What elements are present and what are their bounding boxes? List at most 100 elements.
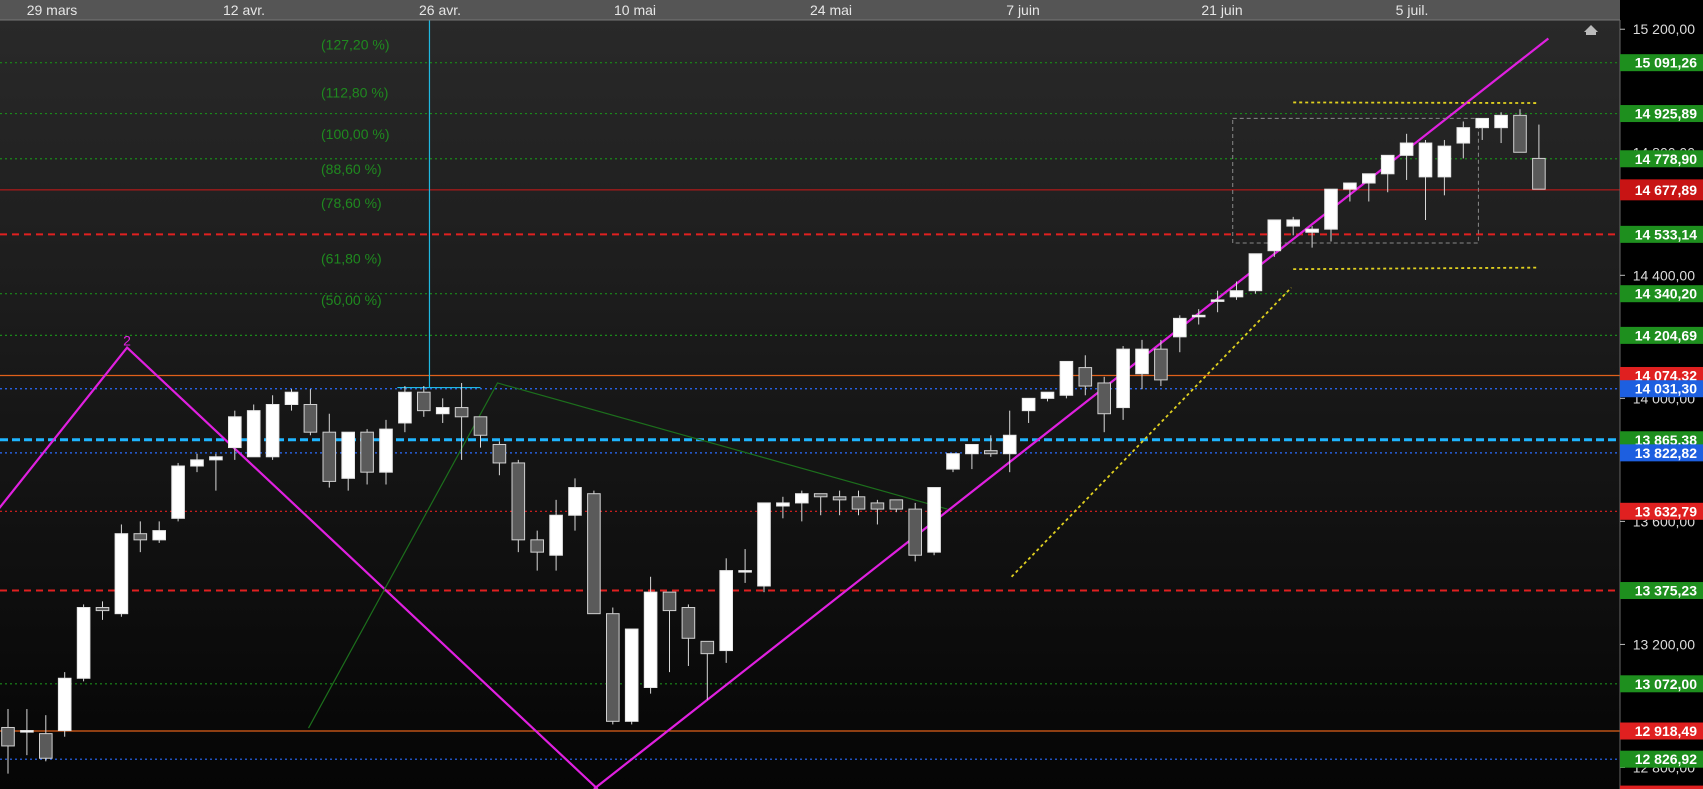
candle-body (1399, 142, 1414, 156)
candle-body (1135, 348, 1149, 375)
price-level-tag: 14 533,14 (1635, 226, 1697, 242)
candle-body (719, 570, 734, 652)
price-level-tag: 12 918,49 (1635, 723, 1697, 739)
candle-body (984, 450, 998, 455)
candle-body (265, 404, 280, 458)
candle-body (398, 391, 412, 424)
candlestick-chart[interactable]: (127,20 %) (112,80 %) (100,00 %) (88,60 %) (… (0, 0, 1703, 789)
x-tick-label: 12 avr. (223, 2, 265, 18)
candle-body (1116, 348, 1130, 409)
candle-body (57, 677, 72, 732)
candle-body (322, 431, 337, 482)
candle-body (1362, 173, 1376, 184)
candle-body (870, 502, 885, 510)
candle-body (700, 640, 715, 655)
candle-body (1021, 397, 1036, 412)
candle-body (246, 410, 261, 458)
candle-body (341, 431, 355, 479)
candle-body (681, 607, 696, 639)
price-level-tag: 14 925,89 (1635, 106, 1697, 122)
candle-body (606, 613, 620, 722)
candle-body (624, 628, 639, 722)
candle-body (832, 496, 847, 501)
candle-body (1324, 188, 1338, 230)
candle-body (1267, 219, 1282, 252)
candle-body (757, 502, 771, 587)
candle-body (1191, 314, 1206, 318)
candle-body (587, 493, 601, 615)
candle-body (1380, 154, 1395, 175)
candle-body (1305, 228, 1319, 233)
candle-body (908, 508, 923, 556)
candle-body (171, 465, 185, 519)
candle-body (114, 533, 129, 615)
candle-body (1248, 253, 1263, 292)
candle-body (1002, 434, 1017, 455)
candle-body (20, 730, 34, 733)
candle-body (530, 539, 545, 553)
fib-level-label: (78,60 %) (321, 195, 382, 211)
candle-body (1154, 348, 1168, 381)
fib-level-label: (61,80 %) (321, 250, 382, 266)
candle-body (303, 404, 318, 433)
candle-body (435, 407, 450, 415)
candle-body (795, 493, 809, 504)
candle-body (1286, 219, 1301, 227)
candle-body (39, 733, 53, 759)
candle-body (1418, 142, 1433, 178)
candle-body (133, 533, 148, 541)
candle-body (379, 428, 393, 473)
candle-body (1343, 182, 1357, 190)
candle-body (1229, 290, 1244, 298)
candle-body (851, 496, 866, 510)
fib-level-label: (100,00 %) (321, 126, 389, 142)
x-tick-label: 24 mai (810, 2, 852, 18)
candle-body (511, 462, 526, 541)
y-tick-label: 14 400,00 (1633, 267, 1695, 283)
wave-label: 2 (123, 333, 131, 349)
candle-body (76, 607, 91, 679)
y-tick-label: 13 200,00 (1633, 636, 1695, 652)
candle-body (1173, 317, 1187, 338)
fib-level-label: (112,80 %) (321, 84, 388, 100)
candle-body (473, 416, 488, 436)
x-tick-label: 29 mars (27, 2, 78, 18)
candle-body (1078, 367, 1093, 387)
price-level-tag: 12 826,92 (1635, 751, 1697, 767)
chart-root: (127,20 %) (112,80 %) (100,00 %) (88,60 %) (… (0, 0, 1703, 789)
candle-body (946, 453, 960, 470)
price-level-tag: 15 091,26 (1635, 55, 1697, 71)
candle-body (1456, 127, 1471, 144)
candle-body (417, 391, 431, 412)
price-level-tag: 13 822,82 (1635, 445, 1697, 461)
candle-body (209, 456, 223, 461)
plot-background (0, 0, 1620, 789)
candle-body (492, 443, 507, 464)
price-level-tag: 13 632,79 (1635, 503, 1697, 519)
candle-body (889, 499, 904, 510)
candle-body (776, 502, 790, 507)
candle-body (1532, 157, 1546, 190)
candle-body (1059, 360, 1074, 396)
candle-body (813, 493, 828, 498)
x-tick-label: 21 juin (1201, 2, 1242, 18)
fib-level-label: (127,20 %) (321, 37, 389, 53)
y-tick-label: 15 200,00 (1633, 21, 1695, 37)
candle-body (549, 514, 563, 556)
fib-level-label: (50,00 %) (321, 292, 382, 308)
price-level-tag: 14 204,69 (1635, 327, 1697, 343)
candle-body (1040, 391, 1055, 399)
current-price-tag: 14 677,89 (1635, 182, 1697, 198)
candle-body (152, 530, 166, 541)
candle-body (228, 416, 242, 449)
candle-body (95, 607, 110, 612)
price-level-tag: 14 340,20 (1635, 286, 1697, 302)
x-tick-label: 26 avr. (419, 2, 461, 18)
candle-body (738, 570, 752, 573)
candle-body (662, 591, 677, 612)
x-tick-label: 5 juil. (1396, 2, 1429, 18)
candle-body (643, 591, 658, 688)
candle-body (965, 443, 979, 455)
candle-body (1475, 117, 1490, 129)
candle-body (284, 391, 299, 406)
